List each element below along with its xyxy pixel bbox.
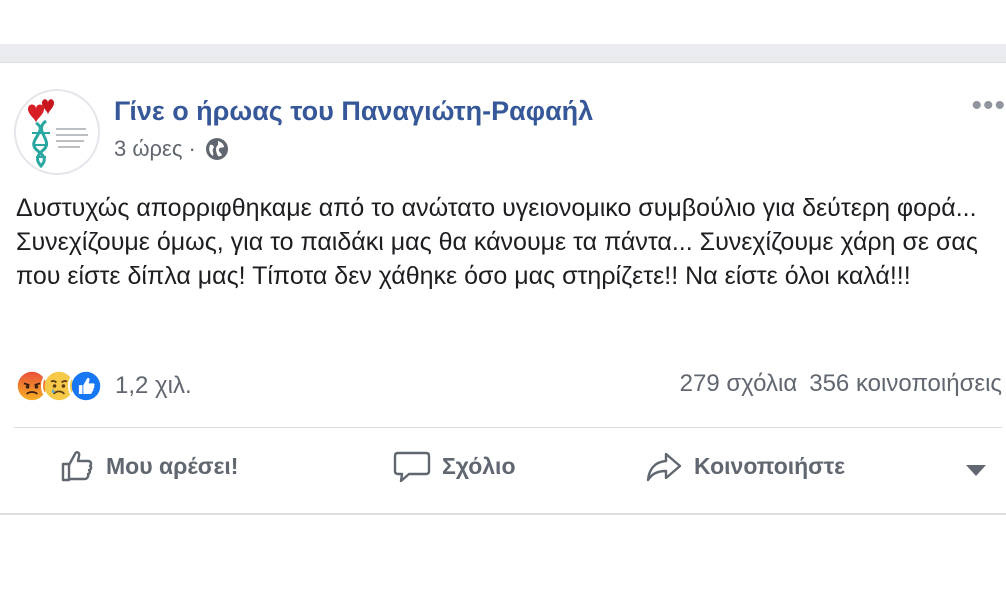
like-reaction-icon <box>68 368 104 404</box>
meta-dot: · <box>188 136 196 161</box>
page-logo-icon <box>28 99 88 169</box>
like-button-label: Μου αρέσει! <box>106 452 239 479</box>
engagement-counts: 279 σχόλια 356 κοινοποιήσεις <box>680 370 1002 398</box>
reaction-count[interactable]: 1,2 χιλ. <box>115 372 192 400</box>
shares-count-link[interactable]: 356 κοινοποιήσεις <box>809 370 1002 397</box>
post-text: Δυστυχώς απορριφθηκαμε από το ανώτατο υγ… <box>16 194 978 290</box>
like-button[interactable]: Μου αρέσει! <box>58 447 238 485</box>
comments-count-link[interactable]: 279 σχόλια <box>680 370 798 397</box>
post-card: Γίνε ο ήρωας του Παναγιώτη-Ραφαήλ 3 ώρες… <box>0 63 1006 515</box>
share-button[interactable]: Κοινοποιήστε <box>644 447 845 485</box>
post-timestamp[interactable]: 3 ώρες <box>114 136 182 162</box>
reactions-summary[interactable]: 1,2 χιλ. <box>14 366 192 406</box>
audience-caret-down-icon[interactable] <box>966 465 986 476</box>
share-arrow-icon <box>646 452 682 482</box>
feed-separator <box>0 44 1006 63</box>
comment-button[interactable]: Σχόλιο <box>392 447 516 485</box>
top-area <box>0 0 1006 44</box>
post-meta: 3 ώρες · <box>114 136 230 162</box>
globe-icon[interactable] <box>204 136 230 162</box>
page-avatar[interactable] <box>14 89 100 175</box>
post-options-ellipsis-icon[interactable]: ••• <box>971 89 1006 123</box>
thumbs-up-icon <box>61 451 93 482</box>
actions-divider <box>14 427 1002 428</box>
share-button-label: Κοινοποιήστε <box>694 452 846 479</box>
comment-button-label: Σχόλιο <box>442 452 516 479</box>
page-name-link[interactable]: Γίνε ο ήρωας του Παναγιώτη-Ραφαήλ <box>114 96 593 127</box>
comment-bubble-icon <box>393 451 431 483</box>
action-bar: Μου αρέσει! Σχόλιο Κοινοποιήστε <box>0 435 1006 505</box>
